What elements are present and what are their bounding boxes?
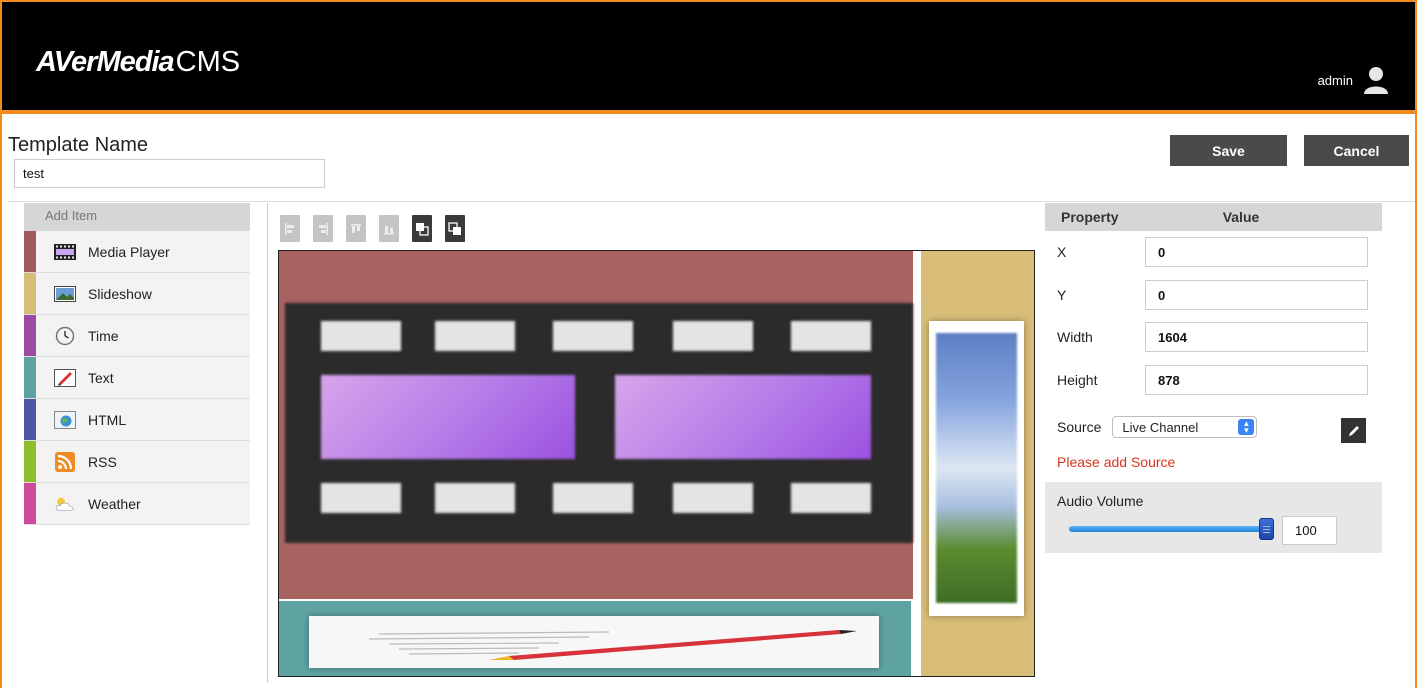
- width-input[interactable]: [1145, 322, 1368, 352]
- template-name-input[interactable]: [14, 159, 325, 188]
- layout-canvas: [278, 250, 1035, 677]
- align-right-icon[interactable]: [313, 215, 333, 242]
- property-panel: Property Value X Y Width Height Source L…: [1045, 203, 1382, 553]
- add-item-sidebar: Add Item Media Player Slideshow Time Tex…: [24, 203, 250, 525]
- sidebar-item-time[interactable]: Time: [24, 315, 250, 357]
- pencil-icon: [54, 368, 76, 387]
- edit-source-button[interactable]: [1341, 418, 1366, 443]
- audio-volume-slider-track[interactable]: [1069, 526, 1267, 532]
- sidebar-item-text[interactable]: Text: [24, 357, 250, 399]
- sidebar-title: Add Item: [24, 203, 250, 231]
- height-label: Height: [1057, 372, 1098, 388]
- sidebar-item-label: RSS: [88, 453, 117, 470]
- align-toolbar: [280, 215, 465, 242]
- pencil-icon: [1348, 425, 1359, 436]
- save-button[interactable]: Save: [1170, 135, 1287, 166]
- text-zone[interactable]: [279, 601, 911, 676]
- width-label: Width: [1057, 329, 1093, 345]
- sidebar-item-html[interactable]: HTML: [24, 399, 250, 441]
- sidebar-item-color-bar: [24, 483, 36, 524]
- sidebar-item-rss[interactable]: RSS: [24, 441, 250, 483]
- source-select-value: Live Channel: [1122, 419, 1199, 435]
- sidebar-item-label: Weather: [88, 495, 141, 512]
- sidebar-item-color-bar: [24, 357, 36, 398]
- y-row: Y: [1057, 280, 1368, 310]
- slideshow-zone[interactable]: [921, 251, 1034, 676]
- weather-icon: [54, 495, 76, 513]
- height-input[interactable]: [1145, 365, 1368, 395]
- y-label: Y: [1057, 287, 1067, 303]
- x-label: X: [1057, 244, 1067, 260]
- user-icon: [1363, 66, 1389, 94]
- y-input[interactable]: [1145, 280, 1368, 310]
- logo-brand: AVerMedia: [36, 46, 175, 78]
- sidebar-item-weather[interactable]: Weather: [24, 483, 250, 525]
- align-left-icon[interactable]: [280, 215, 300, 242]
- slideshow-preview: [929, 321, 1024, 616]
- sidebar-item-color-bar: [24, 273, 36, 314]
- x-row: X: [1057, 237, 1368, 267]
- logo-suffix: CMS: [175, 46, 241, 78]
- sidebar-item-label: Slideshow: [88, 285, 152, 302]
- chevron-updown-icon: ▴ ▾: [1238, 419, 1255, 435]
- height-row: Height: [1057, 365, 1368, 395]
- header-divider: [8, 201, 1415, 202]
- film-icon: [54, 243, 76, 261]
- media-player-zone[interactable]: [279, 251, 914, 599]
- source-warning: Please add Source: [1057, 454, 1176, 470]
- audio-volume-input[interactable]: [1282, 516, 1337, 545]
- media-player-preview: [285, 303, 913, 543]
- globe-icon: [54, 410, 76, 429]
- picture-icon: [54, 285, 76, 303]
- audio-volume-section: Audio Volume: [1045, 482, 1382, 553]
- property-header: Property Value: [1045, 203, 1382, 231]
- property-column-header: Property: [1061, 209, 1119, 225]
- user-name: admin: [1317, 72, 1353, 88]
- sidebar-item-color-bar: [24, 441, 36, 482]
- audio-volume-slider-handle[interactable]: [1259, 518, 1274, 540]
- template-name-label: Template Name: [8, 134, 149, 156]
- user-menu[interactable]: admin: [1318, 66, 1389, 94]
- sidebar-item-slideshow[interactable]: Slideshow: [24, 273, 250, 315]
- align-top-icon[interactable]: [346, 215, 366, 242]
- bring-forward-icon[interactable]: [412, 215, 432, 242]
- value-column-header: Value: [1222, 209, 1260, 225]
- sidebar-item-color-bar: [24, 399, 36, 440]
- source-row: Source Live Channel ▴ ▾: [1057, 416, 1258, 438]
- text-preview: [309, 616, 879, 668]
- sidebar-item-label: HTML: [88, 411, 127, 428]
- sidebar-item-label: Media Player: [88, 243, 170, 260]
- clock-icon: [54, 326, 76, 345]
- sidebar-item-media-player[interactable]: Media Player: [24, 231, 250, 273]
- top-bar: AVerMediaCMS admin: [2, 2, 1415, 114]
- align-bottom-icon[interactable]: [379, 215, 399, 242]
- cancel-button[interactable]: Cancel: [1304, 135, 1409, 166]
- sidebar-item-label: Time: [88, 327, 119, 344]
- audio-volume-label: Audio Volume: [1057, 493, 1144, 509]
- source-select[interactable]: Live Channel ▴ ▾: [1112, 416, 1258, 438]
- rss-icon: [54, 451, 76, 472]
- send-backward-icon[interactable]: [445, 215, 465, 242]
- source-label: Source: [1057, 419, 1102, 435]
- sidebar-divider: [267, 203, 268, 683]
- sidebar-item-color-bar: [24, 315, 36, 356]
- x-input[interactable]: [1145, 237, 1368, 267]
- width-row: Width: [1057, 322, 1368, 352]
- logo: AVerMediaCMS: [36, 46, 240, 79]
- sidebar-item-color-bar: [24, 231, 36, 272]
- sidebar-item-label: Text: [88, 369, 114, 386]
